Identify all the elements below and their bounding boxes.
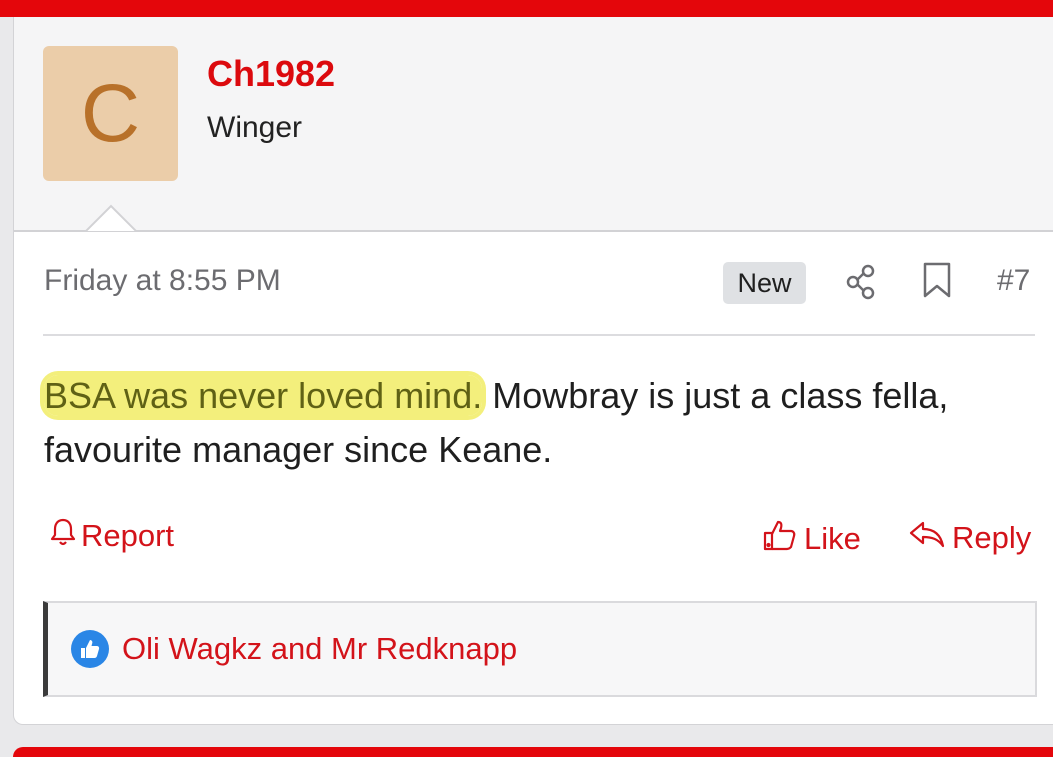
share-icon[interactable]: [844, 263, 878, 306]
reply-button[interactable]: Reply: [908, 517, 1031, 559]
highlighted-text: BSA was never loved mind.: [44, 375, 483, 416]
like-label: Like: [804, 521, 861, 556]
like-button[interactable]: Like: [762, 517, 861, 561]
post-user-area: C Ch1982 Winger: [14, 17, 1053, 232]
username-link[interactable]: Ch1982: [207, 53, 335, 95]
bookmark-icon[interactable]: [922, 261, 952, 304]
new-badge: New: [723, 262, 806, 304]
thumbs-up-icon: [71, 630, 109, 668]
top-accent-bar: [0, 0, 1053, 17]
avatar-letter: C: [80, 67, 141, 159]
user-title: Winger: [207, 111, 303, 144]
meta-divider: [43, 334, 1035, 336]
reply-arrow-icon: [908, 517, 946, 559]
user-area-arrow: [85, 204, 137, 232]
report-label: Report: [81, 518, 175, 553]
reaction-users-link[interactable]: Oli Wagkz and Mr Redknapp: [122, 631, 517, 667]
post-date[interactable]: Friday at 8:55 PM: [44, 264, 281, 298]
post-card: C Ch1982 Winger Friday at 8:55 PM New #7…: [13, 17, 1053, 725]
bell-icon: [49, 517, 77, 555]
avatar[interactable]: C: [43, 46, 178, 181]
thumbs-up-outline-icon: [762, 517, 798, 561]
reply-label: Reply: [952, 520, 1032, 555]
next-post-accent-bar: [13, 747, 1053, 757]
post-number-link[interactable]: #7: [997, 264, 1030, 298]
report-button[interactable]: Report: [49, 517, 174, 555]
reactions-bar[interactable]: Oli Wagkz and Mr Redknapp: [43, 601, 1037, 697]
post-content: BSA was never loved mind. Mowbray is jus…: [44, 369, 1044, 477]
